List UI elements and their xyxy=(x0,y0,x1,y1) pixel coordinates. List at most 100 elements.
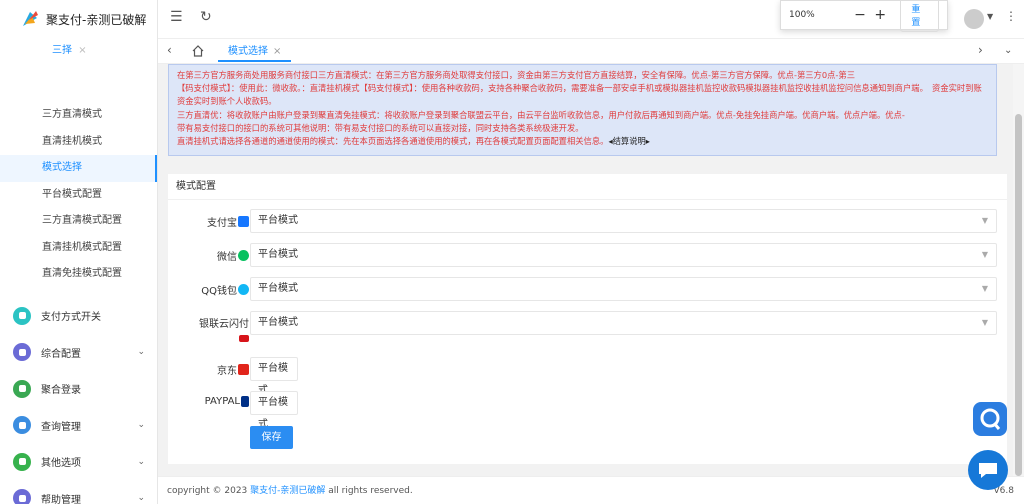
sidebar-item-payment-switch[interactable]: 支付方式开关 xyxy=(0,298,157,335)
mode-select-qqwallet[interactable]: 平台模式 ▼ xyxy=(250,277,997,301)
notice-line-text: 直清挂机式请选择各通道的通道使用的模式：先在本页面选择各通道使用的模式，再在各模… xyxy=(177,136,609,147)
form-row-qqwallet: QQ钱包 平台模式 ▼ xyxy=(168,277,1007,301)
mode-select-alipay[interactable]: 平台模式 ▼ xyxy=(250,209,997,233)
field-label: 银联云闪付 xyxy=(199,315,249,342)
chat-float-button[interactable] xyxy=(968,450,1008,490)
help-float-button[interactable] xyxy=(973,402,1007,436)
menu-fold-icon[interactable]: ☰ xyxy=(170,9,183,25)
refresh-icon[interactable]: ↻ xyxy=(200,9,212,25)
form-row-paypal: PAYPAL 平台模式 xyxy=(168,391,1007,430)
caret-down-icon: ▼ xyxy=(981,284,988,293)
sidebar-item-label: 帮助管理 xyxy=(41,494,81,504)
sidebar-item-query[interactable]: 查询管理 ⌄ xyxy=(0,407,157,444)
sidebar-item-other[interactable]: 其他选项 ⌄ xyxy=(0,444,157,481)
field-label-text: 微信 xyxy=(217,252,237,263)
notice-line-last: 直清挂机式请选择各通道的通道使用的模式：先在本页面选择各通道使用的模式，再在各模… xyxy=(177,135,988,148)
chevron-down-icon: ⌄ xyxy=(137,420,145,430)
chevron-down-icon: ⌄ xyxy=(137,456,145,467)
footer: copyright © 2023 聚支付-亲测已破解 all rights re… xyxy=(158,476,1024,504)
query-icon xyxy=(13,416,31,435)
home-icon[interactable] xyxy=(191,44,205,58)
footer-brand-link[interactable]: 聚支付-亲测已破解 xyxy=(250,486,325,496)
sidebar-sub-item[interactable]: 直清挂机模式配置 xyxy=(0,235,157,262)
form-row-jd: 京东 平台模式 xyxy=(168,357,1007,396)
tab-bar: ‹ 模式选择 × › ⌄ xyxy=(158,38,1024,64)
notice-settlement-link[interactable]: ◂结算说明▸ xyxy=(608,136,650,146)
field-label-text: 京东 xyxy=(217,366,237,377)
sidebar-item-label: 聚合登录 xyxy=(41,385,81,397)
scrollbar-thumb[interactable] xyxy=(1015,114,1022,476)
footer-copyright: copyright © 2023 xyxy=(167,486,251,496)
scrollbar[interactable] xyxy=(1013,64,1024,476)
chevron-down-icon: ⌄ xyxy=(137,347,145,357)
select-value: 平台模式 xyxy=(258,249,298,260)
zoom-in-button[interactable]: + xyxy=(870,7,890,23)
mode-select-wechat[interactable]: 平台模式 ▼ xyxy=(250,243,997,267)
field-label: QQ钱包 xyxy=(201,282,249,297)
tab-label: 模式选择 xyxy=(228,46,268,57)
caret-down-icon: ▼ xyxy=(981,250,988,259)
help-icon xyxy=(13,489,31,504)
field-label: 微信 xyxy=(217,248,249,263)
notice-box: 在第三方官方服务商处用服务商付接口三方直清模式：在第三方官方服务商处取得支付接口… xyxy=(168,64,997,156)
sidebar-sub-item[interactable]: 平台模式配置 xyxy=(0,182,157,209)
notice-line: 【码支付模式】：使用此：微收款。：直清挂机模式【码支付模式】：使用各种收款码，支… xyxy=(177,83,982,107)
sidebar-item-aggregate-login[interactable]: 聚合登录 xyxy=(0,371,157,408)
tab-mode-select[interactable]: 模式选择 × xyxy=(218,41,292,62)
sidebar-sub-label: 模式选择 xyxy=(42,162,82,173)
tab-prev-icon[interactable]: ‹ xyxy=(167,43,172,57)
field-label-text: PAYPAL xyxy=(204,396,240,407)
field-label: 支付宝 xyxy=(207,214,249,229)
sidebar-sub-label: 直清挂机模式配置 xyxy=(42,241,122,253)
mode-select-unionpay[interactable]: 平台模式 ▼ xyxy=(250,311,997,335)
sidebar-item-label: 查询管理 xyxy=(41,421,81,433)
options-icon xyxy=(13,452,31,471)
save-button[interactable]: 保存 xyxy=(250,426,293,449)
notice-line: 在第三方官方服务商处用服务商付接口三方直清模式：在第三方官方服务商处取得支付接口… xyxy=(177,70,856,80)
sidebar-sub-label: 三方直清模式配置 xyxy=(42,215,122,226)
select-value: 平台模式 xyxy=(258,283,298,294)
notice-line: 带有易支付接口的接口的系统可其他说明：带有易支付接口的系统可以直接对接，同时支持… xyxy=(177,122,584,133)
caret-down-icon: ▼ xyxy=(981,318,988,327)
select-value: 平台模式 xyxy=(258,317,298,328)
select-value: 平台模式 xyxy=(258,215,298,226)
unionpay-icon xyxy=(239,335,249,342)
sidebar-item-label: 支付方式开关 xyxy=(41,312,101,324)
caret-down-icon[interactable]: ▼ xyxy=(987,12,993,21)
paypal-icon xyxy=(241,396,249,407)
zoom-out-button[interactable]: − xyxy=(850,7,870,23)
sidebar-sub-label: 直清免挂模式配置 xyxy=(42,268,122,279)
sidebar-sub-item[interactable]: 直清挂机模式 xyxy=(0,129,157,156)
sidebar-item-help[interactable]: 帮助管理 ⌄ xyxy=(0,480,157,504)
tab-next-icon[interactable]: › xyxy=(978,43,983,57)
sidebar-top-sub-label: 三择 xyxy=(52,45,72,56)
mode-select-paypal[interactable]: 平台模式 xyxy=(250,391,298,430)
question-icon xyxy=(980,408,1001,430)
sidebar-sub-item[interactable]: 三方直清模式 xyxy=(0,102,157,129)
zoom-reset-button[interactable]: 重置 xyxy=(900,0,940,32)
mode-config-panel: 模式配置 支付宝 平台模式 ▼ 微信 平台模式 ▼ QQ钱包 平台模式 ▼ 银联云闪付… xyxy=(168,174,1007,464)
sidebar-sub-label: 平台模式配置 xyxy=(42,188,102,200)
field-label-text: QQ钱包 xyxy=(201,286,237,297)
close-icon[interactable]: × xyxy=(78,45,86,56)
more-icon[interactable]: ⋮ xyxy=(1005,9,1017,23)
logo[interactable]: 聚支付-亲测已破解 xyxy=(0,0,157,38)
chevron-down-icon: ⌄ xyxy=(137,493,145,503)
sidebar-sub-item-active[interactable]: 模式选择 xyxy=(0,155,157,182)
toggle-icon xyxy=(13,306,31,325)
sidebar-top-sub[interactable]: 三择 × xyxy=(0,38,157,64)
sidebar-item-label: 综合配置 xyxy=(41,348,81,360)
caret-down-icon: ▼ xyxy=(981,216,988,225)
cog-icon xyxy=(13,343,31,362)
form-row-wechat: 微信 平台模式 ▼ xyxy=(168,243,1007,267)
sidebar-item-general-config[interactable]: 综合配置 ⌄ xyxy=(0,334,157,371)
sidebar-sub-item[interactable]: 三方直清模式配置 xyxy=(0,208,157,235)
avatar[interactable] xyxy=(964,9,984,29)
qq-icon xyxy=(238,284,249,295)
tab-menu-icon[interactable]: ⌄ xyxy=(1004,45,1012,56)
mode-select-jd[interactable]: 平台模式 xyxy=(250,357,298,396)
sidebar-sub-label: 三方直清模式 xyxy=(42,109,102,120)
sidebar-sub-item[interactable]: 直清免挂模式配置 xyxy=(0,261,157,288)
tab-close-icon[interactable]: × xyxy=(273,46,281,57)
sidebar: 聚支付-亲测已破解 三择 × 三方直清模式 直清挂机模式 模式选择 平台模式配置… xyxy=(0,0,158,504)
